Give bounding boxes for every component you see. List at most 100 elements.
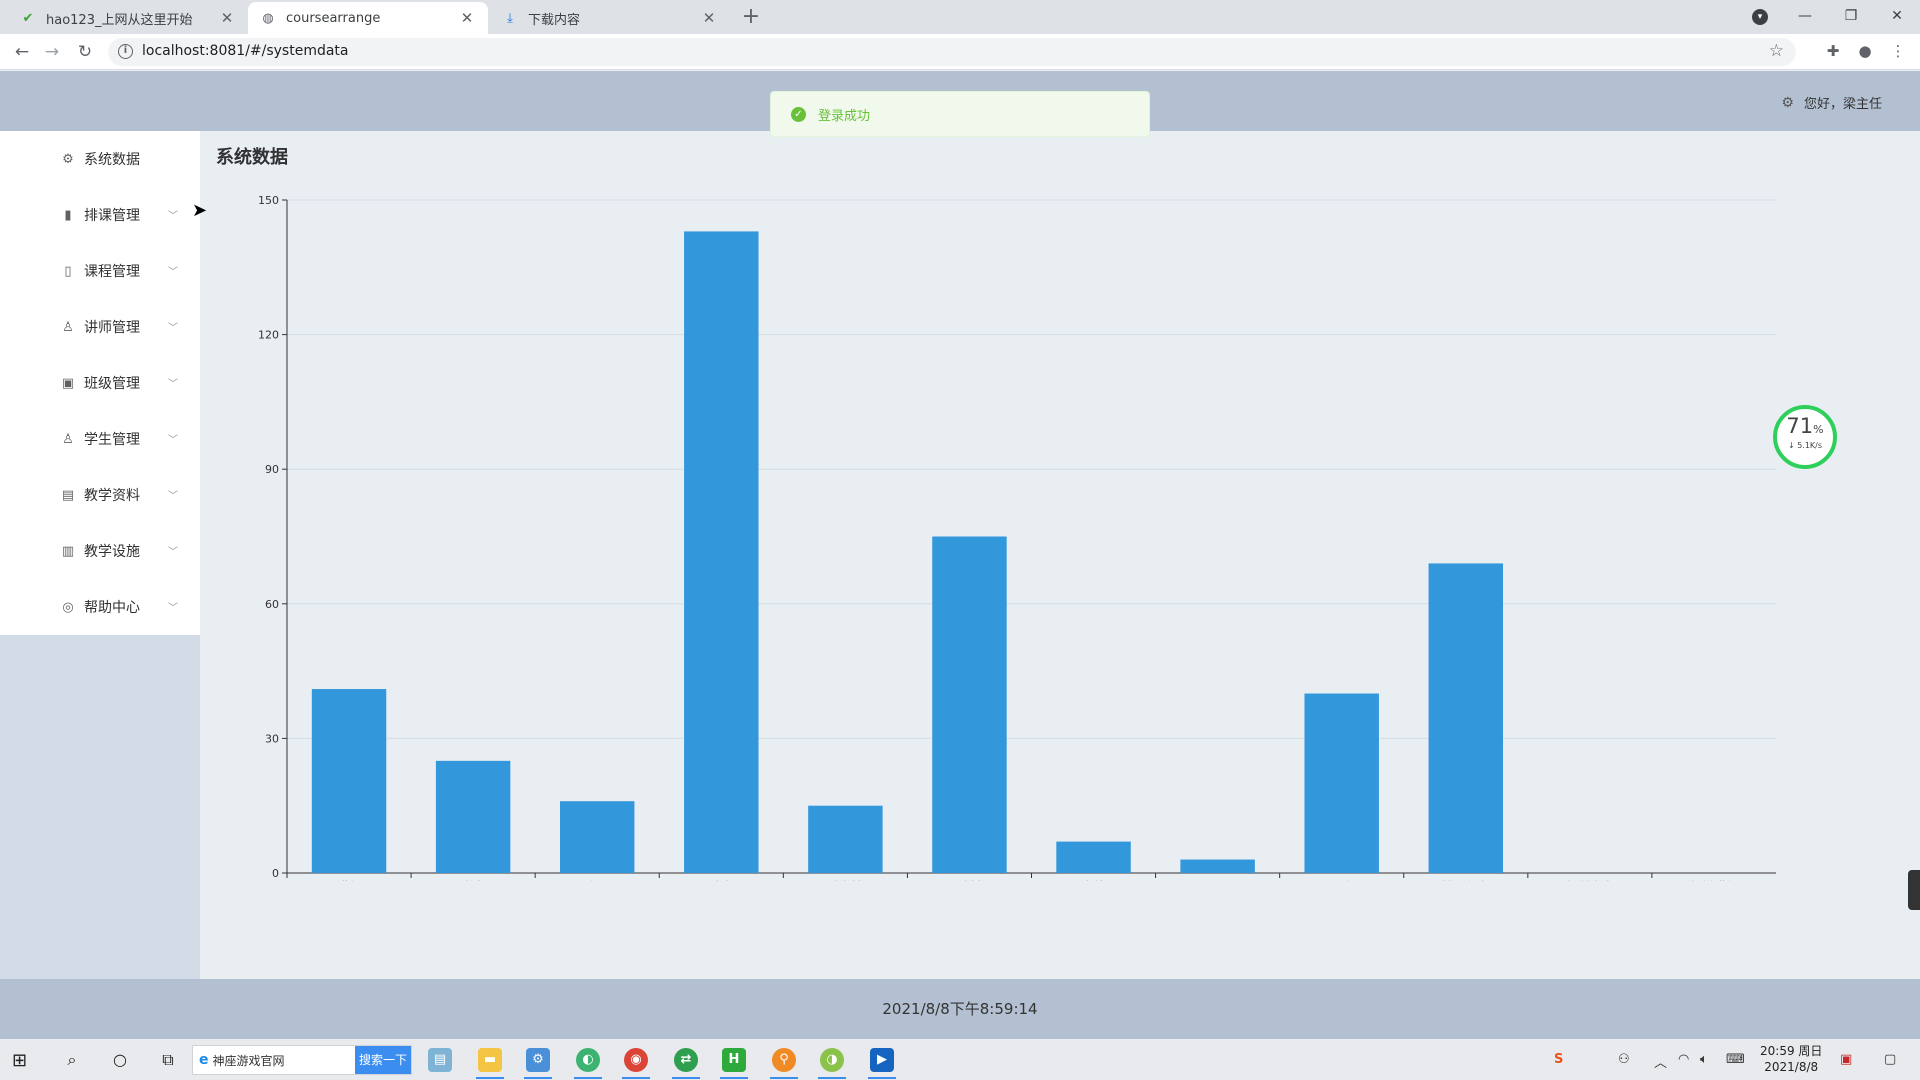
success-toast: ✓ 登录成功 <box>770 91 1150 137</box>
taskbar-app-file-explorer[interactable]: ▬ <box>470 1044 510 1079</box>
network-speed-widget[interactable]: 71% ↓ 5.1K/s <box>1773 405 1837 469</box>
browser-tab-hao123[interactable]: ✔ hao123_上网从这里开始 ✕ <box>8 2 248 34</box>
taskbar-app-hbuilder[interactable]: H <box>714 1044 754 1079</box>
profile-icon[interactable]: ● <box>1855 42 1875 60</box>
browser-tab-coursearrange[interactable]: ◍ coursearrange ✕ <box>248 2 488 34</box>
magnifier-app-icon: ⚲ <box>772 1048 796 1072</box>
user-icon: ♙ <box>62 319 74 335</box>
y-tick-label: 90 <box>265 463 279 476</box>
side-drawer-handle[interactable] <box>1908 870 1920 910</box>
ie-logo-icon: e <box>199 1052 209 1068</box>
y-tick-label: 120 <box>258 329 279 342</box>
taskbar-app-lime[interactable]: ◑ <box>812 1044 852 1079</box>
globe-icon: ◍ <box>262 10 274 26</box>
taskbar-app-video[interactable]: ▶ <box>862 1044 902 1079</box>
close-window-button[interactable]: ✕ <box>1874 0 1920 34</box>
taskbar-app-chrome[interactable]: ◉ <box>616 1044 656 1079</box>
bar-chart-icon: ▮ <box>64 207 72 223</box>
bar-chart: 0 30 60 90 120 150 讲师 学生班级 教室 教学楼 教材 文档网课 题库 排课任务 新增学生… <box>258 194 1776 881</box>
sidebar-item-help-center[interactable]: ◎ 帮助中心 ﹀ <box>0 579 200 635</box>
minimize-button[interactable]: — <box>1782 0 1828 34</box>
back-icon[interactable]: ← <box>10 40 34 64</box>
download-icon: ⤓ <box>507 10 513 26</box>
task-view-icon[interactable]: ⧉ <box>156 1048 180 1072</box>
address-bar[interactable]: i localhost:8081/#/systemdata ☆ <box>108 38 1796 66</box>
footer-datetime: 2021/8/8下午8:59:14 <box>882 1000 1038 1018</box>
tab-title: coursearrange <box>286 10 381 26</box>
building-icon: ▥ <box>61 543 75 559</box>
sidebar-item-label: 排课管理 <box>84 208 140 224</box>
app-footer: 2021/8/8下午8:59:14 <box>0 979 1920 1039</box>
sidebar-item-label: 班级管理 <box>84 376 140 392</box>
speed-rate-value: 5.1K/s <box>1797 441 1823 450</box>
url-text[interactable]: localhost:8081/#/systemdata <box>142 43 349 59</box>
x-tick-label: 新增讲师 <box>1690 879 1738 881</box>
ime-icon[interactable]: S <box>1554 1052 1563 1067</box>
taskbar-search-button[interactable]: 搜索一下 <box>355 1046 411 1074</box>
sidebar-item-facilities[interactable]: ▥ 教学设施 ﹀ <box>0 523 200 579</box>
forward-icon[interactable]: → <box>40 40 64 64</box>
sidebar-item-students[interactable]: ♙ 学生管理 ﹀ <box>0 411 200 467</box>
search-icon[interactable]: ⌕ <box>60 1048 84 1072</box>
hao123-icon: ✔ <box>22 10 34 26</box>
bar-9 <box>1428 563 1504 873</box>
sidebar-item-classes[interactable]: ▣ 班级管理 ﹀ <box>0 355 200 411</box>
windows-start-icon[interactable]: ⊞ <box>12 1050 27 1071</box>
user-greeting[interactable]: ⚙ 您好，梁主任 <box>1781 93 1882 113</box>
restore-button[interactable]: ❐ <box>1828 0 1874 34</box>
sidebar-item-scheduling[interactable]: ▮ 排课管理 ﹀ <box>0 187 200 243</box>
briefcase-icon: ▣ <box>61 375 75 391</box>
close-icon[interactable]: ✕ <box>218 9 236 27</box>
chevron-down-icon: ﹀ <box>168 603 178 614</box>
bar-5 <box>932 536 1007 873</box>
taskbar-app-transfer[interactable]: ⇄ <box>666 1044 706 1079</box>
bookmark-star-icon[interactable]: ☆ <box>1769 41 1784 61</box>
sidebar-item-teaching-materials[interactable]: ▤ 教学资料 ﹀ <box>0 467 200 523</box>
new-tab-button[interactable]: + <box>738 5 764 31</box>
browser-tab-downloads[interactable]: ⤓ 下载内容 ✕ <box>490 2 730 34</box>
chevron-down-icon: ﹀ <box>168 379 178 390</box>
help-icon: ◎ <box>62 599 74 615</box>
taskbar-app-network[interactable]: ⚙ <box>518 1044 558 1079</box>
system-clock[interactable]: 20:59 周日 2021/8/8 <box>1760 1043 1822 1075</box>
people-icon[interactable]: ⚇ <box>1618 1052 1630 1067</box>
close-icon[interactable]: ✕ <box>700 9 718 27</box>
reload-icon[interactable]: ↻ <box>73 40 97 64</box>
gear-icon[interactable]: ⚙ <box>1781 95 1794 111</box>
sidebar-item-label: 帮助中心 <box>84 600 140 616</box>
sidebar-item-lecturers[interactable]: ♙ 讲师管理 ﹀ <box>0 299 200 355</box>
chevron-up-icon[interactable]: ︿ <box>1654 1052 1667 1071</box>
clock-time: 20:59 周日 <box>1760 1044 1823 1058</box>
wifi-icon[interactable]: ◠ <box>1678 1052 1689 1067</box>
bar-7 <box>1180 859 1255 873</box>
cortana-icon[interactable]: ○ <box>108 1048 132 1072</box>
x-tick-label: 学生 <box>461 879 485 881</box>
extensions-icon[interactable]: ✚ <box>1823 42 1843 60</box>
taskbar-app-search-tool[interactable]: ⚲ <box>764 1044 804 1079</box>
main-content: 系统数据 0 30 60 90 120 150 讲师 学生班级 教室 教学楼 教材 文档网课 题库 排课任… <box>200 131 1920 979</box>
close-icon[interactable]: ✕ <box>458 9 476 27</box>
sidebar-item-courses[interactable]: ▯ 课程管理 ﹀ <box>0 243 200 299</box>
speed-percent-unit: % <box>1813 423 1824 436</box>
browser-toolbar: ← → ↻ i localhost:8081/#/systemdata ☆ ✚ … <box>0 34 1920 70</box>
sidebar-item-system-data[interactable]: ⚙ 系统数据 <box>0 131 200 187</box>
keyboard-icon[interactable]: ⌨ <box>1726 1052 1745 1067</box>
taskbar-app-green[interactable]: ◐ <box>568 1044 608 1079</box>
sidebar-item-label: 学生管理 <box>84 432 140 448</box>
video-app-icon: ▶ <box>870 1048 894 1072</box>
menu-dots-icon[interactable]: ⋮ <box>1888 42 1908 60</box>
volume-icon[interactable]: 🔈︎ <box>1700 1052 1708 1067</box>
bar-6 <box>1056 841 1131 873</box>
taskbar-search-box[interactable]: e 神座游戏官网 搜索一下 <box>192 1045 412 1075</box>
info-icon[interactable]: i <box>118 44 133 59</box>
taskbar-app-notepad[interactable]: ▤ <box>420 1044 460 1076</box>
action-center-icon[interactable]: ▢ <box>1884 1052 1896 1067</box>
tab-title: hao123_上网从这里开始 <box>46 12 193 28</box>
notification-badge-icon[interactable]: ▣ <box>1840 1052 1852 1067</box>
x-tick-label: 教学楼 <box>827 879 863 881</box>
folder-icon: ▬ <box>478 1048 502 1072</box>
tab-search-icon[interactable]: ▾ <box>1752 9 1768 25</box>
taskbar-search-text[interactable]: 神座游戏官网 <box>213 1052 356 1069</box>
book-icon: ▯ <box>64 263 72 279</box>
notebook-icon: ▤ <box>61 487 75 503</box>
